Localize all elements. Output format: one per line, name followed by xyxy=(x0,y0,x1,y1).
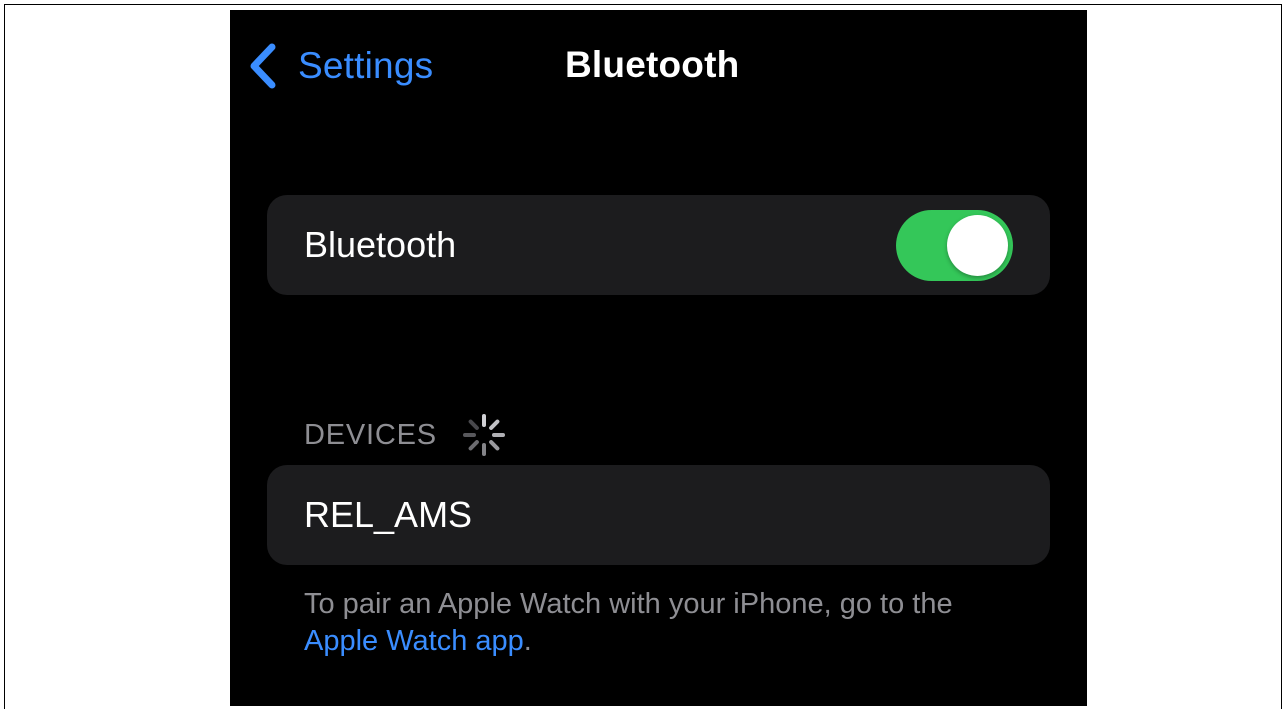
device-list-item[interactable]: REL_AMS xyxy=(267,465,1050,565)
chevron-left-icon xyxy=(250,43,276,89)
devices-header-label: DEVICES xyxy=(304,418,437,451)
toggle-knob xyxy=(947,215,1008,276)
bluetooth-toggle-label: Bluetooth xyxy=(304,224,457,265)
devices-section-header: DEVICES xyxy=(304,412,507,458)
screenshot-frame: Settings Bluetooth Bluetooth DEVICES REL… xyxy=(4,4,1282,709)
page-title: Bluetooth xyxy=(565,44,740,85)
bluetooth-toggle-row: Bluetooth xyxy=(267,195,1050,295)
device-name: REL_AMS xyxy=(304,494,473,535)
pairing-footer-note: To pair an Apple Watch with your iPhone,… xyxy=(304,586,1024,660)
footer-text-end: . xyxy=(523,625,532,657)
back-button[interactable]: Settings xyxy=(248,40,433,92)
footer-text: To pair an Apple Watch with your iPhone,… xyxy=(304,588,953,620)
bluetooth-toggle-switch[interactable] xyxy=(896,210,1013,281)
activity-spinner-icon xyxy=(462,414,505,456)
back-button-label: Settings xyxy=(298,45,434,86)
apple-watch-app-link[interactable]: Apple Watch app xyxy=(304,625,524,657)
bluetooth-settings-screen: Settings Bluetooth Bluetooth DEVICES REL… xyxy=(230,10,1087,706)
